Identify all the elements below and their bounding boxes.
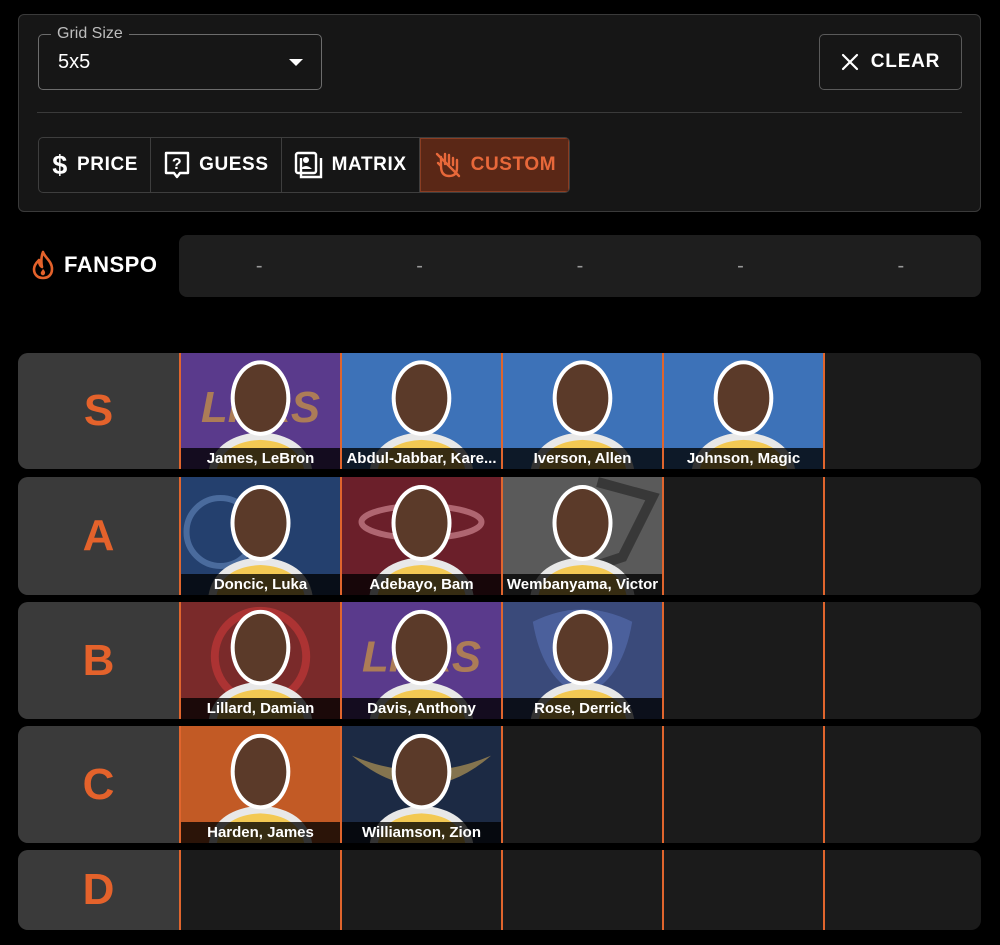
tier-cell[interactable] bbox=[662, 726, 823, 843]
mode-matrix-button[interactable]: MATRIX bbox=[282, 138, 420, 192]
player-card[interactable]: Adebayo, Bam bbox=[342, 477, 501, 595]
hand-icon bbox=[435, 152, 460, 178]
close-icon bbox=[841, 53, 858, 71]
player-card[interactable]: LKRSDavis, Anthony bbox=[342, 602, 501, 719]
player-card[interactable]: Iverson, Allen bbox=[503, 353, 662, 469]
tier-cell[interactable] bbox=[501, 726, 662, 843]
player-card[interactable]: Johnson, Magic bbox=[664, 353, 823, 469]
tier-row-a: A Doncic, Luka Adebayo, Bam Wembanyama, Vic… bbox=[18, 477, 981, 595]
clear-button[interactable]: CLEAR bbox=[819, 34, 962, 90]
tier-cell[interactable] bbox=[823, 726, 981, 843]
tier-row-d: D bbox=[18, 850, 981, 930]
player-name: Iverson, Allen bbox=[503, 448, 662, 469]
clear-button-label: CLEAR bbox=[870, 51, 941, 72]
tier-label[interactable]: A bbox=[18, 477, 179, 595]
player-card[interactable]: Harden, James bbox=[181, 726, 340, 843]
tier-cell[interactable] bbox=[823, 353, 981, 469]
player-card[interactable]: Rose, Derrick bbox=[503, 602, 662, 719]
tier-cell[interactable]: LKRSJames, LeBron bbox=[179, 353, 340, 469]
player-card[interactable]: Williamson, Zion bbox=[342, 726, 501, 843]
tier-label[interactable]: C bbox=[18, 726, 179, 843]
player-name: Davis, Anthony bbox=[342, 698, 501, 719]
score-slot: - bbox=[897, 254, 905, 277]
tier-cell[interactable] bbox=[501, 850, 662, 930]
score-bar: - - - - - bbox=[179, 235, 981, 297]
tier-cell[interactable]: Abdul-Jabbar, Kare... bbox=[340, 353, 501, 469]
tier-label[interactable]: D bbox=[18, 850, 179, 930]
player-name: Wembanyama, Victor bbox=[503, 574, 662, 595]
grid-size-value: 5x5 bbox=[58, 51, 91, 73]
player-name: Abdul-Jabbar, Kare... bbox=[342, 448, 501, 469]
tier-cell[interactable] bbox=[179, 850, 340, 930]
grid-size-legend: Grid Size bbox=[51, 25, 129, 43]
tier-label[interactable]: S bbox=[18, 353, 179, 469]
mode-custom-label: CUSTOM bbox=[470, 154, 557, 175]
svg-text:?: ? bbox=[172, 156, 182, 173]
tier-cell[interactable]: Rose, Derrick bbox=[501, 602, 662, 719]
tier-cell[interactable] bbox=[662, 850, 823, 930]
tier-cell[interactable] bbox=[662, 477, 823, 595]
svg-text:$: $ bbox=[52, 151, 68, 179]
mode-price-label: PRICE bbox=[77, 154, 139, 175]
mode-matrix-label: MATRIX bbox=[331, 154, 407, 175]
fanspo-brand-name: FANSPO bbox=[64, 252, 158, 277]
mode-price-button[interactable]: $ PRICE bbox=[39, 138, 152, 192]
score-slot: - bbox=[576, 254, 584, 277]
tier-cell[interactable]: Iverson, Allen bbox=[501, 353, 662, 469]
player-card[interactable]: Lillard, Damian bbox=[181, 602, 340, 719]
dollar-icon: $ bbox=[52, 151, 68, 179]
player-name: Harden, James bbox=[181, 822, 340, 843]
player-name: Adebayo, Bam bbox=[342, 574, 501, 595]
tier-cell[interactable]: Lillard, Damian bbox=[179, 602, 340, 719]
score-slot: - bbox=[416, 254, 423, 277]
caret-down-icon bbox=[289, 59, 303, 66]
tier-cell[interactable]: Adebayo, Bam bbox=[340, 477, 501, 595]
tier-cell[interactable]: Johnson, Magic bbox=[662, 353, 823, 469]
fanspo-logo[interactable]: FANSPO bbox=[30, 250, 157, 280]
tier-cell[interactable]: Wembanyama, Victor bbox=[501, 477, 662, 595]
player-name: James, LeBron bbox=[181, 448, 340, 469]
score-slot: - bbox=[255, 254, 263, 277]
tier-cell[interactable]: LKRSDavis, Anthony bbox=[340, 602, 501, 719]
grid-size-select[interactable]: Grid Size 5x5 bbox=[38, 25, 322, 90]
tier-row-b: BLillard, DamianLKRSDavis, AnthonyRose, … bbox=[18, 602, 981, 719]
player-name: Doncic, Luka bbox=[181, 574, 340, 595]
flame-icon bbox=[32, 250, 54, 280]
divider bbox=[37, 112, 962, 113]
question-box-icon: ? bbox=[164, 151, 190, 179]
tier-cell[interactable]: Doncic, Luka bbox=[179, 477, 340, 595]
tier-cell[interactable]: Harden, James bbox=[179, 726, 340, 843]
mode-toggle-group: $ PRICE ? GUESS MATRIX CUSTOM bbox=[38, 137, 571, 193]
player-card[interactable]: Doncic, Luka bbox=[181, 477, 340, 595]
player-name: Rose, Derrick bbox=[503, 698, 662, 719]
player-card[interactable]: LKRSJames, LeBron bbox=[181, 353, 340, 469]
tier-row-s: SLKRSJames, LeBronAbdul-Jabbar, Kare...I… bbox=[18, 353, 981, 469]
tier-cell[interactable] bbox=[823, 602, 981, 719]
player-name: Williamson, Zion bbox=[342, 822, 501, 843]
score-slot: - bbox=[737, 254, 744, 277]
tier-cell[interactable] bbox=[823, 850, 981, 930]
tier-label[interactable]: B bbox=[18, 602, 179, 719]
tier-cell[interactable] bbox=[823, 477, 981, 595]
player-card[interactable]: Wembanyama, Victor bbox=[503, 477, 662, 595]
tier-cell[interactable] bbox=[340, 850, 501, 930]
mode-guess-label: GUESS bbox=[199, 154, 269, 175]
tier-cell[interactable] bbox=[662, 602, 823, 719]
player-card[interactable]: Abdul-Jabbar, Kare... bbox=[342, 353, 501, 469]
mode-guess-button[interactable]: ? GUESS bbox=[151, 138, 282, 192]
player-name: Lillard, Damian bbox=[181, 698, 340, 719]
tier-cell[interactable]: Williamson, Zion bbox=[340, 726, 501, 843]
controls-card: Grid Size 5x5 CLEAR $ PRICE ? GUESS MATR… bbox=[18, 14, 981, 212]
tier-row-c: C Harden, James Williamson, Zion bbox=[18, 726, 981, 843]
mode-custom-button[interactable]: CUSTOM bbox=[419, 138, 570, 192]
matrix-icon bbox=[294, 151, 322, 179]
player-name: Johnson, Magic bbox=[664, 448, 823, 469]
